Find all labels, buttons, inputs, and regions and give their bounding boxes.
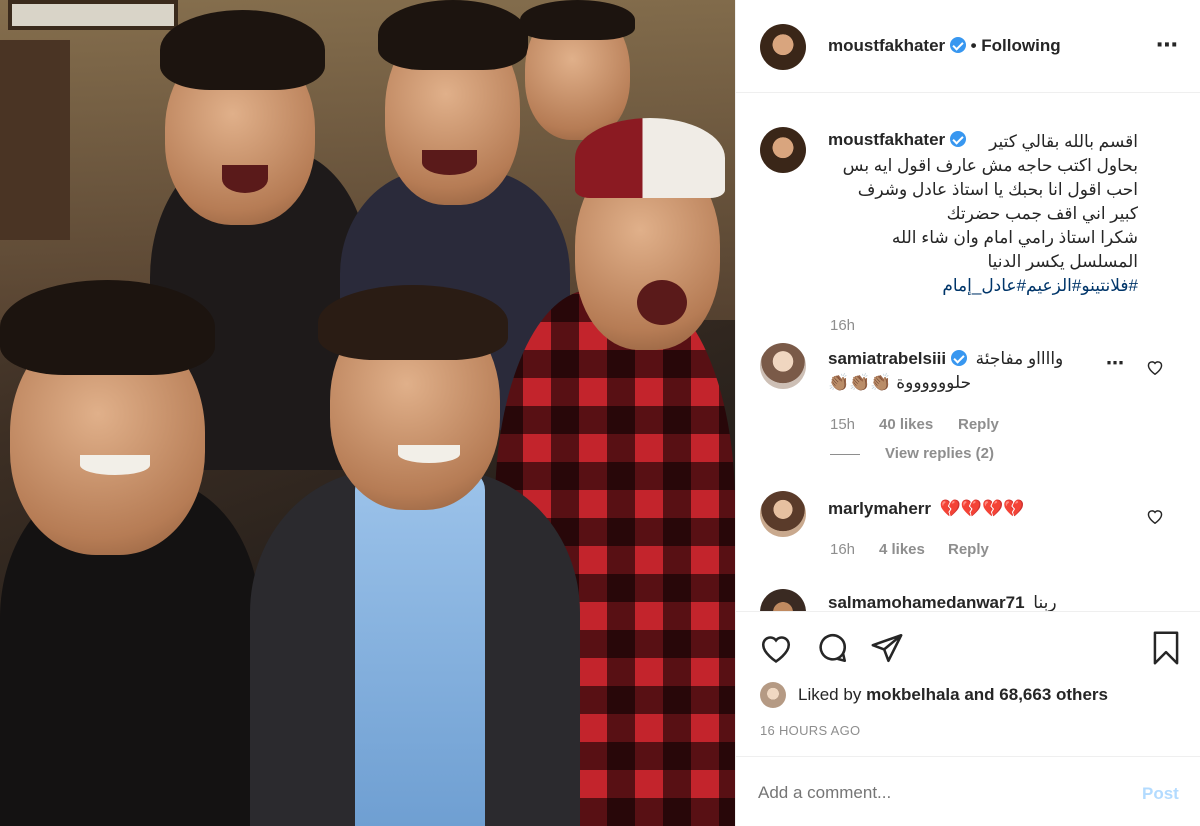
like-heart-icon[interactable] <box>759 632 793 664</box>
photo-person-cap <box>575 118 725 198</box>
comment-like-heart-icon[interactable] <box>1146 359 1164 375</box>
add-comment-input[interactable] <box>758 779 1118 807</box>
post-side-panel: moustfakhater • Following ⋯ moustfakhate… <box>735 0 1200 826</box>
photo-person-mouth <box>80 455 150 475</box>
liked-by-avatar[interactable] <box>760 682 786 708</box>
post-timestamp[interactable]: 16 HOURS AGO <box>760 723 860 738</box>
comment-text: وااااو مفاجئة <box>975 349 1064 368</box>
photo-person-hair <box>160 10 325 90</box>
post-header: moustfakhater • Following ⋯ <box>736 0 1200 93</box>
comment-user-row: samiatrabelsiii وااااو مفاجئة <box>828 349 1063 369</box>
add-comment-bar: Post <box>736 756 1200 826</box>
commenter-avatar[interactable] <box>760 491 806 537</box>
comment-bubble-icon[interactable] <box>814 631 850 665</box>
save-bookmark-icon[interactable] <box>1152 630 1180 666</box>
photo-person-hair <box>0 280 215 375</box>
photo-person-mouth <box>398 445 460 463</box>
liked-by-user[interactable]: mokbelhala <box>866 685 960 704</box>
comment-text-line2: حلووووووة 👏🏽👏🏽👏🏽 <box>828 373 972 392</box>
caption-line: المسلسل يكسر الدنيا <box>987 252 1138 271</box>
commenter-username[interactable]: marlymaherr <box>828 499 931 518</box>
photo-person-blue-shirt <box>355 470 485 826</box>
view-replies-line <box>830 454 860 455</box>
comment-reply-button[interactable]: Reply <box>958 416 999 433</box>
post-actions: Liked by mokbelhala and 68,663 others 16… <box>736 611 1200 756</box>
comment-text: ربنا <box>1033 593 1057 611</box>
caption-line: كبير اني اقف جمب حضرتك <box>946 204 1138 223</box>
photo-person-mouth <box>222 165 268 193</box>
caption-text: اقسم بالله بقالي كتير بحاول اكتب حاجه مش… <box>828 130 1138 298</box>
caption-hashtags[interactable]: #فلانتينو#الزعيم#عادل_إمام <box>828 274 1138 298</box>
liked-by-row: Liked by mokbelhala and 68,663 others <box>798 685 1108 705</box>
post-photo[interactable] <box>0 0 735 826</box>
more-options-icon[interactable]: ⋯ <box>1156 30 1182 60</box>
author-username[interactable]: moustfakhater <box>828 36 945 55</box>
comment-text: 💔💔💔💔 <box>939 499 1025 518</box>
comment-user-row: salmamohamedanwar71 ربنا <box>828 593 1057 611</box>
photo-person-mouth <box>637 280 687 325</box>
author-avatar[interactable] <box>760 24 806 70</box>
caption-line: اقسم بالله بقالي كتير <box>989 132 1138 151</box>
following-button[interactable]: • Following <box>971 36 1061 55</box>
caption-line: احب اقول انا بحبك يا استاذ عادل وشرف <box>857 180 1138 199</box>
commenter-username[interactable]: salmamohamedanwar71 <box>828 593 1025 611</box>
comment-likes[interactable]: 4 likes <box>879 541 925 558</box>
caption-time[interactable]: 16h <box>830 317 855 334</box>
verified-badge-icon <box>949 37 966 53</box>
liked-by-others[interactable]: and 68,663 others <box>964 685 1108 704</box>
comment-time[interactable]: 15h <box>830 416 855 433</box>
comment-more-icon[interactable]: ⋯ <box>1106 353 1125 374</box>
photo-person-hair <box>520 0 635 40</box>
photo-person-hair <box>318 285 508 360</box>
view-replies-button[interactable]: View replies (2) <box>885 445 994 462</box>
caption-author-avatar[interactable] <box>760 127 806 173</box>
comment-likes[interactable]: 40 likes <box>879 416 933 433</box>
caption-line: شكرا استاذ رامي امام وان شاء الله <box>891 228 1138 247</box>
liked-by-prefix: Liked by <box>798 685 862 704</box>
photo-door <box>0 40 70 240</box>
photo-person-hair <box>378 0 528 70</box>
commenter-username[interactable]: samiatrabelsiii <box>828 349 946 368</box>
header-user-row: moustfakhater • Following <box>828 36 1061 56</box>
comment-reply-button[interactable]: Reply <box>948 541 989 558</box>
photo-person-mouth <box>422 150 477 175</box>
comment-user-row: marlymaherr 💔💔💔💔 <box>828 499 1024 519</box>
comment-like-heart-icon[interactable] <box>1146 508 1164 524</box>
comments-list[interactable]: moustfakhater اقسم بالله بقالي كتير بحاو… <box>736 93 1200 611</box>
photo-window <box>8 0 178 30</box>
commenter-avatar[interactable] <box>760 589 806 611</box>
verified-badge-icon <box>950 350 967 366</box>
commenter-avatar[interactable] <box>760 343 806 389</box>
post-comment-button[interactable]: Post <box>1142 784 1179 804</box>
caption-line: بحاول اكتب حاجه مش عارف اقول ايه بس <box>842 156 1138 175</box>
comment-time[interactable]: 16h <box>830 541 855 558</box>
share-send-icon[interactable] <box>870 631 904 665</box>
